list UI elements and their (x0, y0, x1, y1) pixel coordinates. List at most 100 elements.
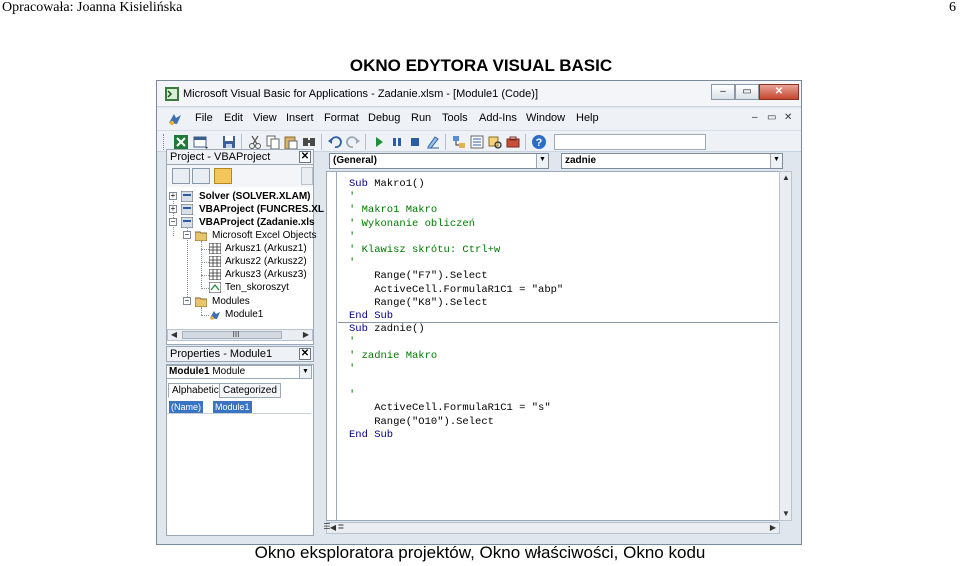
code-line[interactable]: Range("K8").Select (349, 297, 487, 310)
reset-icon[interactable] (407, 134, 423, 150)
object-combo[interactable]: (General) ▼ (329, 153, 549, 169)
close-button[interactable]: ✕ (759, 84, 799, 100)
tree-item-excel-objects[interactable]: Microsoft Excel Objects (212, 230, 316, 241)
scroll-up-arrow[interactable]: ▲ (781, 173, 791, 183)
code-line[interactable]: End Sub (349, 310, 393, 323)
full-module-view-button[interactable]: ≣ (336, 522, 346, 532)
tree-item-module1[interactable]: Module1 (225, 309, 263, 320)
menu-run[interactable]: Run (411, 112, 431, 124)
tab-categorized[interactable]: Categorized (219, 383, 281, 398)
procedure-combo[interactable]: zadnie ▼ (561, 153, 783, 169)
save-icon[interactable] (221, 134, 237, 150)
toolbox-icon[interactable] (505, 134, 521, 150)
code-line[interactable]: Range("F7").Select (349, 270, 487, 283)
run-icon[interactable] (371, 134, 387, 150)
minimize-button[interactable]: – (711, 84, 735, 100)
insert-userform-icon[interactable] (193, 134, 209, 150)
code-hscroll[interactable]: ◀ ▶ (326, 522, 780, 534)
menu-tools[interactable]: Tools (442, 112, 468, 124)
menu-debug[interactable]: Debug (368, 112, 400, 124)
vba-menu-icon[interactable] (167, 111, 183, 127)
tree-expander[interactable]: − (183, 297, 191, 305)
tree-expander[interactable]: − (183, 231, 191, 239)
mdi-close-button[interactable]: ✕ (784, 112, 792, 123)
code-comment-line[interactable]: ' Klawisz skrótu: Ctrl+w (349, 244, 500, 257)
code-comment-line[interactable]: ' Wykonanie obliczeń (349, 218, 475, 231)
menu-help[interactable]: Help (576, 112, 599, 124)
chevron-down-icon[interactable]: ▼ (536, 154, 548, 168)
tree-item-solver[interactable]: Solver (SOLVER.XLAM) (199, 191, 311, 202)
properties-icon[interactable] (469, 134, 485, 150)
scroll-down-arrow[interactable]: ▼ (781, 509, 791, 519)
object-browser-icon[interactable] (487, 134, 503, 150)
redo-icon[interactable] (345, 134, 361, 150)
tree-expander[interactable]: − (169, 218, 177, 226)
menu-format[interactable]: Format (324, 112, 359, 124)
code-line[interactable]: ActiveCell.FormulaR1C1 = "s" (349, 402, 550, 415)
view-code-button[interactable] (172, 168, 190, 184)
menu-insert[interactable]: Insert (286, 112, 314, 124)
mdi-minimize-button[interactable]: – (752, 112, 758, 123)
menu-file[interactable]: File (195, 112, 213, 124)
menu-edit[interactable]: Edit (224, 112, 243, 124)
toggle-folders-button[interactable] (214, 168, 232, 184)
code-vscroll[interactable]: ▲ ▼ (779, 171, 792, 521)
mdi-restore-button[interactable]: ▭ (767, 112, 776, 123)
code-comment-line[interactable]: ' (349, 231, 355, 244)
tree-expander[interactable]: + (169, 205, 177, 213)
code-comment-line[interactable]: ' Makro1 Makro (349, 204, 437, 217)
code-line[interactable]: Sub Makro1() (349, 178, 425, 191)
help-icon[interactable]: ? (531, 134, 547, 150)
code-line[interactable]: Range("O10").Select (349, 416, 494, 429)
tree-item-arkusz3[interactable]: Arkusz3 (Arkusz3) (225, 269, 307, 280)
excel-icon[interactable] (173, 134, 189, 150)
tree-item-ten-skoroszyt[interactable]: Ten_skoroszyt (225, 282, 289, 293)
code-comment-line[interactable]: ' (349, 191, 355, 204)
copy-icon[interactable] (265, 134, 281, 150)
code-comment-line[interactable]: ' (349, 363, 355, 376)
properties-object-combo[interactable]: Module1 Module ▼ (166, 365, 312, 379)
paste-icon[interactable] (283, 134, 299, 150)
menu-add-ins[interactable]: Add-Ins (479, 112, 517, 124)
property-value[interactable]: Module1 (213, 401, 252, 413)
properties-pane-close-button[interactable]: ✕ (299, 348, 311, 360)
restore-button[interactable]: ▭ (735, 84, 759, 100)
menu-view[interactable]: View (253, 112, 277, 124)
help-search-box[interactable] (554, 134, 706, 150)
view-object-button[interactable] (192, 168, 210, 184)
undo-icon[interactable] (327, 134, 343, 150)
property-row[interactable]: (Name) Module1 (167, 401, 311, 414)
code-comment-line[interactable]: ' zadnie Makro (349, 350, 437, 363)
toolbar-grip[interactable] (163, 134, 166, 150)
tree-item-zadanie[interactable]: VBAProject (Zadanie.xls (199, 217, 315, 228)
scroll-left-arrow[interactable]: ◀ (169, 330, 179, 340)
chevron-down-icon[interactable]: ▼ (770, 154, 782, 168)
scroll-right-arrow[interactable]: ▶ (301, 330, 311, 340)
design-mode-icon[interactable] (425, 134, 441, 150)
tree-item-modules[interactable]: Modules (212, 296, 250, 307)
project-pane-hscroll[interactable]: ◀ III ▶ (167, 329, 313, 341)
break-icon[interactable] (389, 134, 405, 150)
code-comment-line[interactable]: ' (349, 336, 355, 349)
procedure-view-button[interactable]: ☰ (322, 522, 332, 532)
code-line[interactable]: ActiveCell.FormulaR1C1 = "abp" (349, 284, 563, 297)
tree-item-funcres[interactable]: VBAProject (FUNCRES.XL (199, 204, 324, 215)
cut-icon[interactable] (247, 134, 263, 150)
tree-item-arkusz1[interactable]: Arkusz1 (Arkusz1) (225, 243, 307, 254)
code-editor[interactable]: Sub Makro1() ' ' Makro1 Makro ' Wykonanie o… (326, 171, 788, 521)
code-line[interactable]: End Sub (349, 429, 393, 442)
scroll-right-arrow[interactable]: ▶ (768, 523, 778, 533)
tree-item-arkusz2[interactable]: Arkusz2 (Arkusz2) (225, 256, 307, 267)
project-pane-toolbar-scroll[interactable] (301, 167, 313, 185)
code-line[interactable]: Sub zadnie() (349, 323, 425, 336)
find-icon[interactable] (301, 134, 317, 150)
tab-alphabetic[interactable]: Alphabetic (168, 383, 223, 398)
project-pane-close-button[interactable]: ✕ (299, 151, 311, 163)
tree-expander[interactable]: + (169, 192, 177, 200)
menu-window[interactable]: Window (526, 112, 565, 124)
code-comment-line[interactable]: ' (349, 257, 355, 270)
code-margin-indicator-bar[interactable] (327, 172, 337, 520)
chevron-down-icon[interactable]: ▼ (299, 366, 311, 378)
code-comment-line[interactable]: ' (349, 389, 355, 402)
project-explorer-icon[interactable] (451, 134, 467, 150)
